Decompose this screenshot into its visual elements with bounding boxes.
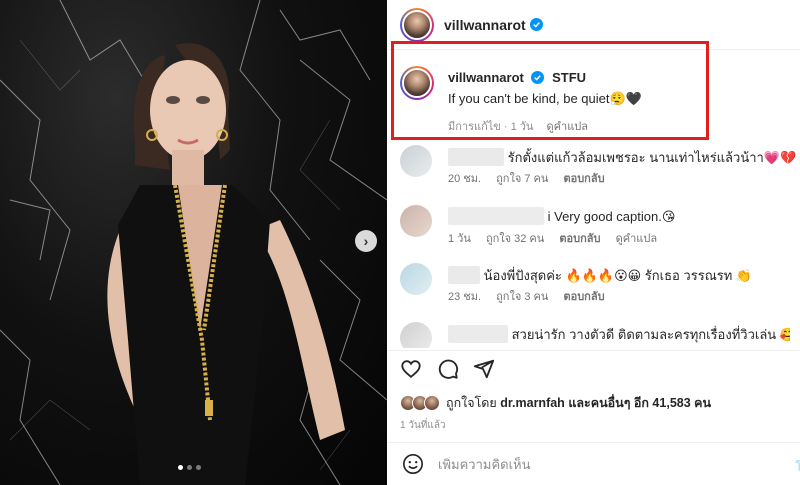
header-username[interactable]: villwannarot — [444, 17, 526, 33]
comment-avatar[interactable] — [400, 263, 432, 295]
comment-bubble-icon[interactable] — [437, 358, 459, 380]
avatar[interactable] — [400, 7, 434, 42]
caption-avatar[interactable] — [400, 66, 434, 100]
comment-likes[interactable]: ถูกใจ 32 คน — [486, 233, 544, 245]
comment-text: น้องพี่ปังสุดค่ะ 🔥🔥🔥😮😀 รักเธอ วรรณรท 👏 — [483, 268, 753, 283]
post-actions-bar — [388, 350, 800, 380]
carousel-indicator — [178, 465, 201, 470]
comment-text: รักตั้งแต่แก้วล้อมเพชรอะ นานเท่าไหร่แล้ว… — [507, 150, 797, 165]
comment-time: 20 ชม. — [448, 173, 482, 185]
comment-time: 1 วัน — [448, 233, 471, 245]
caption-username[interactable]: villwannarot — [448, 70, 524, 85]
post-photo[interactable]: › — [0, 0, 387, 485]
photo-illustration — [0, 0, 387, 485]
blurred-username — [448, 207, 544, 225]
carousel-dot — [187, 465, 192, 470]
comment-text: สวยน่ารัก วางตัวดี ติดตามละครทุกเรื่องที… — [511, 327, 790, 342]
smiley-face-icon[interactable] — [402, 453, 424, 475]
blurred-username — [448, 325, 508, 343]
add-comment-bar: โ — [388, 442, 800, 485]
caption-text: If you can't be kind, be quiet😮‍💨🖤 — [448, 91, 642, 106]
comment-time: 23 ชม. — [448, 291, 482, 303]
likes-count[interactable]: และคนอื่นๆ อีก 41,583 คน — [568, 396, 711, 410]
carousel-dot — [196, 465, 201, 470]
caption-title: STFU — [552, 70, 587, 85]
comment-item: สวยน่ารัก วางตัวดี ติดตามละครทุกเรื่องที… — [400, 322, 790, 348]
post-comment-button[interactable]: โ — [796, 458, 800, 477]
post-time[interactable]: 1 วันที่แล้ว — [400, 418, 446, 433]
verified-badge-icon — [531, 71, 545, 84]
send-paper-plane-icon[interactable] — [473, 358, 495, 380]
comment-avatar[interactable] — [400, 205, 432, 237]
liked-by-user[interactable]: dr.marnfah — [500, 396, 565, 410]
blurred-username — [448, 266, 480, 284]
heart-outline-icon[interactable] — [400, 358, 422, 380]
comment-likes[interactable]: ถูกใจ 3 คน — [496, 291, 548, 303]
see-translation-link[interactable]: ดูคำแปล — [547, 121, 589, 133]
next-image-button[interactable]: › — [355, 230, 377, 252]
comment-text: i Very good caption.😘 — [547, 209, 676, 224]
liker-avatar — [424, 395, 440, 411]
comment-input[interactable] — [438, 456, 768, 472]
reply-button[interactable]: ตอบกลับ — [559, 233, 600, 245]
blurred-username — [448, 148, 504, 166]
comment-translate-link[interactable]: ดูคำแปล — [616, 233, 658, 245]
likes-summary: ถูกใจโดย dr.marnfah และคนอื่นๆ อีก 41,58… — [400, 393, 711, 413]
reply-button[interactable]: ตอบกลับ — [563, 173, 604, 185]
post-details-panel: villwannarot villwannarot STFU If you ca… — [388, 0, 800, 485]
carousel-dot — [178, 465, 183, 470]
caption-edited-time: มีการแก้ไข · 1 วัน — [448, 121, 534, 133]
reply-button[interactable]: ตอบกลับ — [563, 291, 604, 303]
comment-avatar[interactable] — [400, 145, 432, 177]
comment-avatar[interactable] — [400, 322, 432, 348]
chevron-right-icon: › — [363, 233, 369, 249]
comment-likes[interactable]: ถูกใจ 7 คน — [496, 173, 548, 185]
liked-by-prefix: ถูกใจโดย — [446, 396, 497, 410]
verified-badge-icon — [529, 18, 543, 31]
